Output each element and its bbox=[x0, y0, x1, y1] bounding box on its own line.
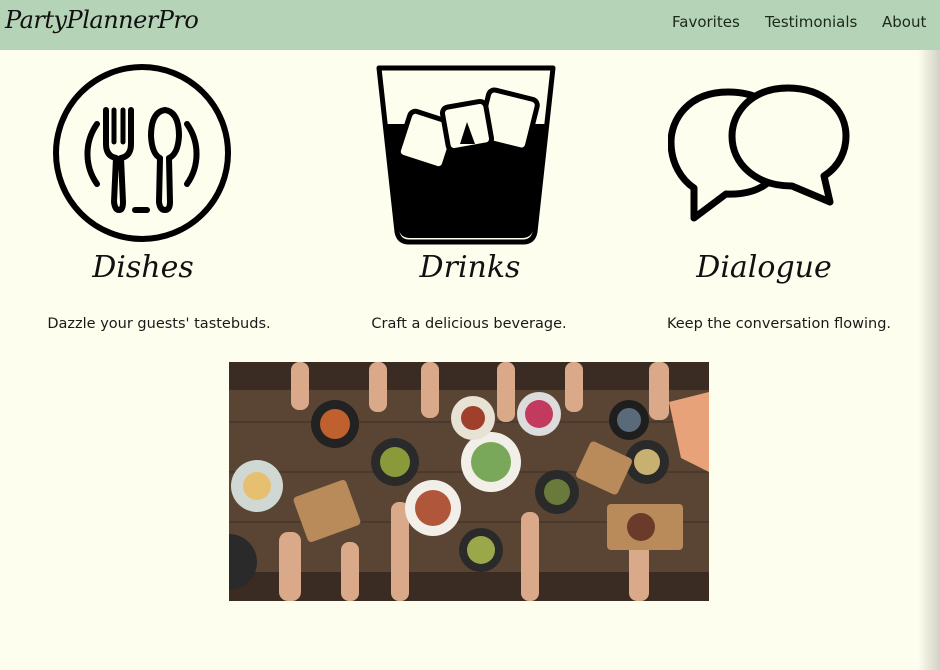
feature-title-drinks: Drinks bbox=[419, 250, 521, 285]
fork-spoon-plate-icon bbox=[51, 62, 233, 244]
nav-link-about[interactable]: About bbox=[882, 13, 926, 31]
scrollbar-shadow bbox=[918, 50, 940, 670]
party-table-photo bbox=[229, 362, 709, 601]
feature-desc-drinks: Craft a delicious beverage. bbox=[371, 316, 567, 332]
brand-logo[interactable]: PartyPlannerPro bbox=[5, 6, 199, 34]
feature-desc-dialogue: Keep the conversation flowing. bbox=[666, 316, 892, 332]
feature-title-dialogue: Dialogue bbox=[696, 250, 832, 285]
feature-title-dishes: Dishes bbox=[92, 250, 194, 285]
ice-drink-glass-icon bbox=[375, 64, 557, 246]
nav-link-favorites[interactable]: Favorites bbox=[672, 13, 740, 31]
feature-desc-dishes: Dazzle your guests' tastebuds. bbox=[47, 316, 271, 332]
speech-bubbles-icon bbox=[668, 84, 850, 226]
top-navbar: PartyPlannerPro Favorites Testimonials A… bbox=[0, 0, 940, 50]
nav-link-testimonials[interactable]: Testimonials bbox=[765, 13, 857, 31]
